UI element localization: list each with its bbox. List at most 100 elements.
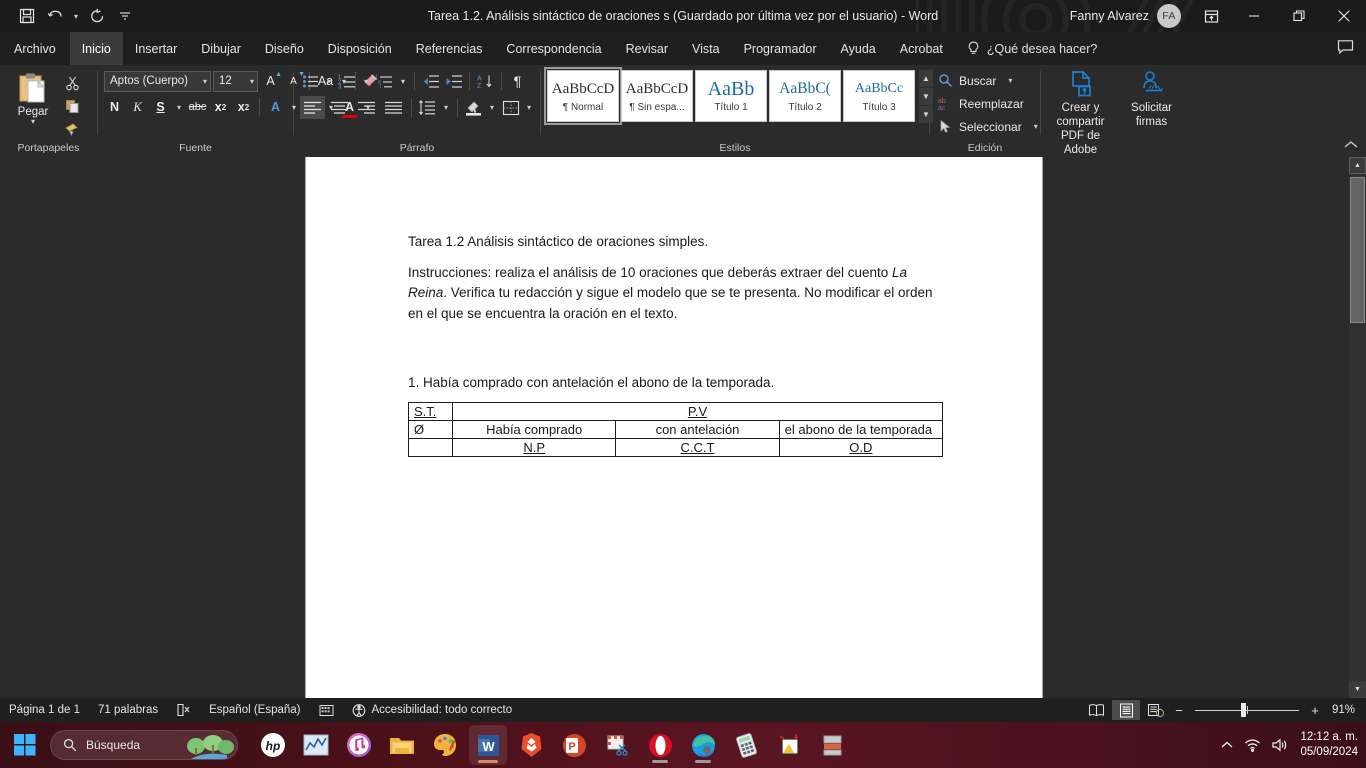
file-explorer-icon[interactable]: [383, 725, 421, 765]
style-titulo-2[interactable]: AaBbC( Título 2: [769, 70, 841, 122]
edge-browser-icon[interactable]: [684, 725, 722, 765]
replace-button[interactable]: ab ac Reemplazar: [936, 92, 1024, 115]
request-signatures-button[interactable]: Solicitar firmas: [1118, 69, 1185, 129]
chart-app-icon[interactable]: [297, 725, 335, 765]
paint-icon[interactable]: [426, 725, 464, 765]
windows-start-icon[interactable]: [12, 732, 38, 758]
collapse-ribbon-icon[interactable]: [1344, 137, 1358, 155]
scanner-app-icon[interactable]: [813, 725, 851, 765]
tab-vista[interactable]: Vista: [680, 32, 732, 65]
zoom-in-button[interactable]: +: [1308, 703, 1322, 718]
copy-icon[interactable]: [60, 96, 84, 116]
align-left-icon[interactable]: [300, 96, 325, 119]
sort-icon[interactable]: A Z: [475, 70, 496, 92]
zoom-slider-thumb[interactable]: [1241, 703, 1246, 717]
accessibility-status[interactable]: Accesibilidad: todo correcto: [343, 703, 522, 718]
tab-acrobat[interactable]: Acrobat: [888, 32, 955, 65]
proofing-status[interactable]: [167, 703, 200, 717]
tab-revisar[interactable]: Revisar: [614, 32, 680, 65]
bold-icon[interactable]: N: [104, 96, 125, 118]
paste-dropdown-icon[interactable]: ▾: [31, 118, 35, 126]
style-normal[interactable]: AaBbCcD ¶ Normal: [544, 67, 622, 125]
align-center-icon[interactable]: [327, 97, 352, 119]
tab-disposicion[interactable]: Disposición: [316, 32, 404, 65]
clock[interactable]: 12:12 a. m. 05/09/2024: [1298, 730, 1358, 760]
wifi-icon[interactable]: [1244, 738, 1261, 752]
text-effects-icon[interactable]: A: [265, 96, 286, 118]
justify-icon[interactable]: [381, 97, 406, 119]
photo-editor-icon[interactable]: [770, 725, 808, 765]
superscript-icon[interactable]: x2: [233, 96, 254, 118]
word-count[interactable]: 71 palabras: [89, 704, 167, 716]
find-dropdown-icon[interactable]: ▾: [1004, 76, 1016, 85]
shading-icon[interactable]: [463, 97, 484, 119]
show-hidden-icons-icon[interactable]: [1220, 739, 1234, 751]
opera-browser-icon[interactable]: [641, 725, 679, 765]
tab-diseno[interactable]: Diseño: [253, 32, 316, 65]
format-painter-icon[interactable]: [60, 119, 84, 139]
find-button[interactable]: Buscar ▾: [936, 69, 1016, 92]
tab-correspondencia[interactable]: Correspondencia: [494, 32, 613, 65]
grow-font-icon[interactable]: A ▲: [260, 70, 282, 92]
restore-icon[interactable]: [1276, 0, 1321, 32]
language-indicator[interactable]: Español (España): [200, 704, 309, 716]
numbering-icon[interactable]: 123: [337, 70, 358, 92]
analysis-table[interactable]: S.T. P.V Ø Había comprado con antelación…: [408, 401, 944, 457]
avatar[interactable]: FA: [1157, 4, 1181, 28]
borders-dropdown-icon[interactable]: ▾: [523, 103, 535, 112]
bullets-icon[interactable]: [300, 70, 321, 92]
calculator-icon[interactable]: [727, 725, 765, 765]
underline-dropdown-icon[interactable]: ▾: [173, 103, 185, 112]
scrollbar-thumb[interactable]: [1350, 177, 1365, 323]
ribbon-display-options-icon[interactable]: [1191, 0, 1231, 32]
create-share-pdf-button[interactable]: Crear y compartir PDF de Adobe: [1047, 69, 1114, 157]
macro-recording[interactable]: [310, 704, 343, 717]
line-spacing-dropdown-icon[interactable]: ▾: [440, 103, 452, 112]
user-name[interactable]: Fanny Alvarez: [1070, 9, 1149, 23]
subscript-icon[interactable]: x2: [210, 96, 231, 118]
decrease-indent-icon[interactable]: [420, 70, 441, 92]
font-name-combo[interactable]: Aptos (Cuerpo) ▾: [104, 70, 211, 92]
vertical-scrollbar[interactable]: ▲ ▼: [1349, 157, 1366, 698]
numbering-dropdown-icon[interactable]: ▾: [360, 77, 372, 86]
increase-indent-icon[interactable]: [443, 70, 464, 92]
web-layout-icon[interactable]: [1142, 700, 1170, 720]
snipping-tool-icon[interactable]: [598, 725, 636, 765]
itunes-icon[interactable]: [340, 725, 378, 765]
hp-icon[interactable]: hp: [254, 725, 292, 765]
tab-referencias[interactable]: Referencias: [404, 32, 495, 65]
redo-icon[interactable]: [84, 4, 110, 28]
read-mode-icon[interactable]: [1082, 700, 1110, 720]
zoom-level[interactable]: 91%: [1324, 704, 1362, 716]
save-icon[interactable]: [14, 4, 40, 28]
strikethrough-icon[interactable]: abc: [187, 96, 208, 118]
tab-programador[interactable]: Programador: [732, 32, 829, 65]
comments-icon[interactable]: [1337, 39, 1354, 60]
document-content[interactable]: Tarea 1.2 Análisis sintáctico de oracion…: [408, 232, 948, 457]
close-icon[interactable]: [1321, 0, 1366, 32]
multilevel-dropdown-icon[interactable]: ▾: [397, 77, 409, 86]
scroll-up-icon[interactable]: ▲: [1349, 157, 1366, 174]
align-right-icon[interactable]: [354, 97, 379, 119]
shading-dropdown-icon[interactable]: ▾: [486, 103, 498, 112]
print-layout-icon[interactable]: [1112, 700, 1140, 720]
zoom-out-button[interactable]: −: [1172, 703, 1186, 718]
scroll-down-icon[interactable]: ▼: [1349, 681, 1366, 698]
volume-icon[interactable]: [1271, 738, 1288, 752]
chevron-down-icon[interactable]: ▾: [200, 77, 207, 86]
undo-dropdown-icon[interactable]: ▾: [70, 4, 82, 28]
borders-icon[interactable]: [500, 97, 521, 119]
customize-qat-icon[interactable]: [112, 4, 138, 28]
brave-browser-icon[interactable]: [512, 725, 550, 765]
font-size-combo[interactable]: 12 ▾: [213, 70, 258, 92]
tab-insertar[interactable]: Insertar: [123, 32, 189, 65]
multilevel-list-icon[interactable]: 1ai: [374, 70, 395, 92]
powerpoint-icon[interactable]: P: [555, 725, 593, 765]
document-page[interactable]: Tarea 1.2 Análisis sintáctico de oracion…: [305, 157, 1043, 698]
chevron-down-icon[interactable]: ▾: [247, 77, 254, 86]
search-input[interactable]: Búsqueda: [50, 730, 238, 760]
paste-button[interactable]: Pegar ▾: [6, 69, 60, 126]
select-dropdown-icon[interactable]: ▾: [1030, 122, 1042, 131]
style-titulo-3[interactable]: AaBbCc Título 3: [843, 70, 915, 122]
line-spacing-icon[interactable]: [417, 97, 438, 119]
